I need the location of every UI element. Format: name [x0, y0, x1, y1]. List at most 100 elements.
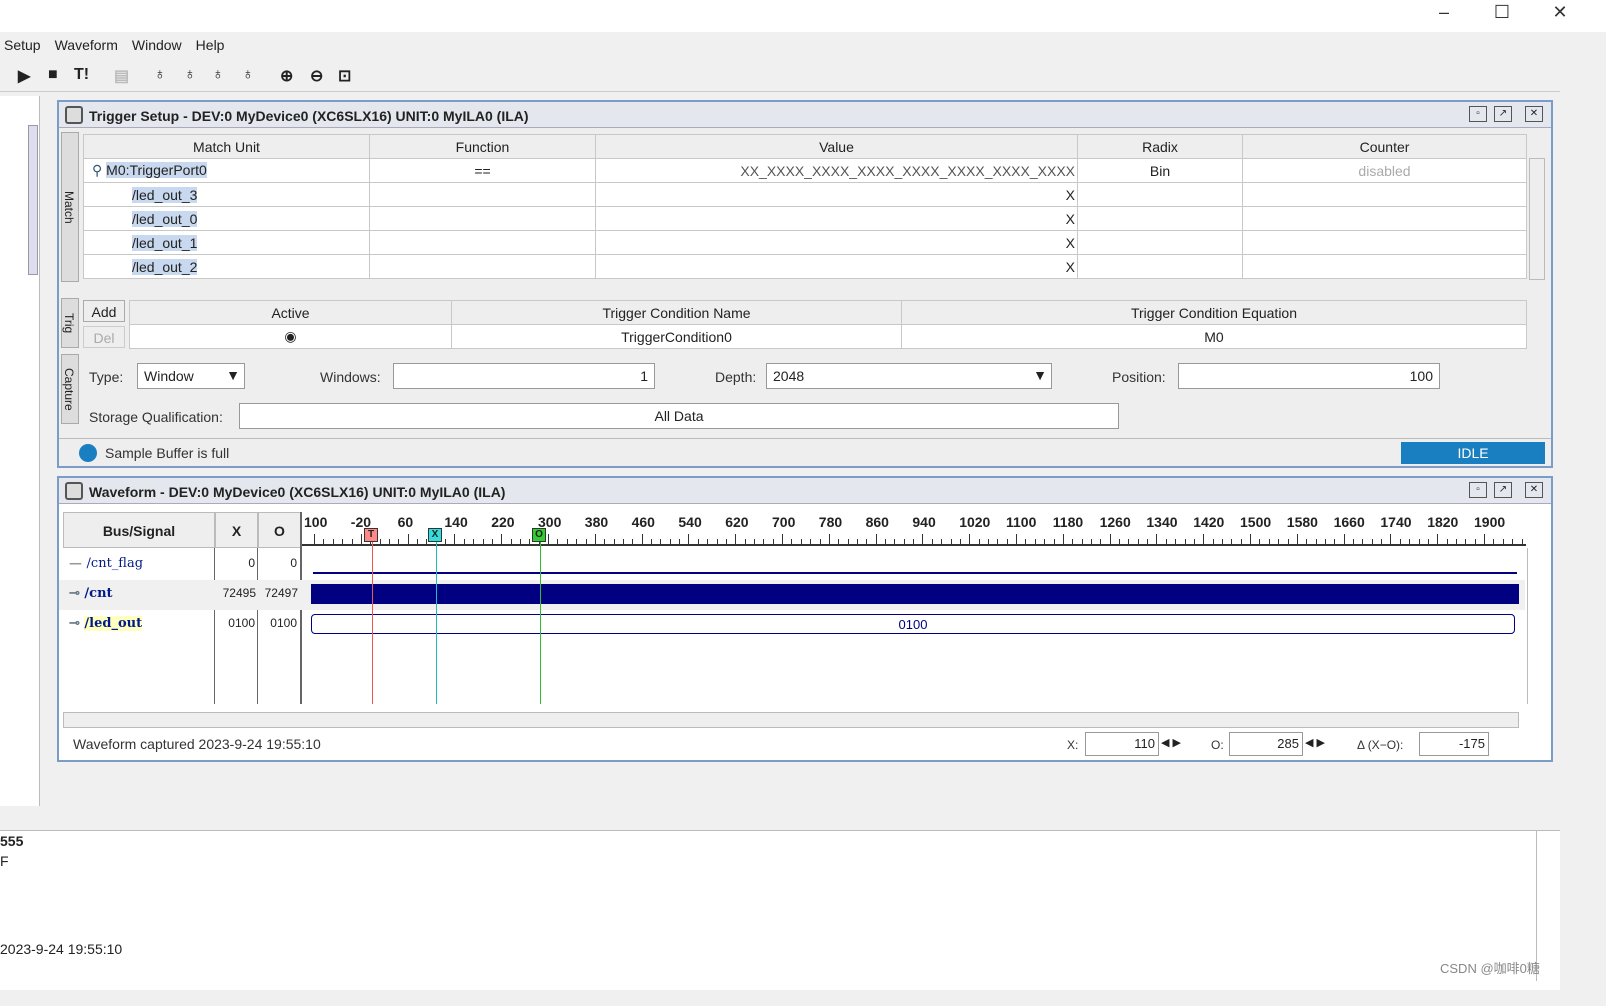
table-row[interactable]: ◉ TriggerCondition0 M0	[129, 324, 1527, 349]
float-panel-icon[interactable]: ↗	[1494, 482, 1512, 498]
value-cell[interactable]: X	[595, 254, 1078, 279]
ruler-tick	[707, 539, 709, 544]
x-prev-next-buttons[interactable]: ◀ ▶	[1161, 736, 1181, 749]
ruler-tick	[379, 539, 381, 544]
table-row[interactable]: /led_out_1 X	[83, 230, 1527, 255]
match-scrollbar[interactable]	[1529, 158, 1545, 280]
ruler-tick	[931, 539, 933, 544]
goto-t-next-icon[interactable]: ♁	[242, 66, 254, 84]
status-text: Sample Buffer is full	[105, 445, 230, 461]
ruler-tick	[913, 539, 915, 544]
ruler-tick	[735, 534, 737, 544]
ruler-tick	[557, 539, 559, 544]
counter-cell[interactable]: disabled	[1242, 158, 1527, 183]
float-panel-icon[interactable]: ↗	[1494, 106, 1512, 122]
ruler-tick	[651, 539, 652, 544]
ruler-tick	[1502, 539, 1504, 544]
storage-qualification-input[interactable]: All Data	[239, 403, 1119, 429]
value-cell[interactable]: X	[595, 230, 1078, 255]
windows-input[interactable]: 1	[393, 363, 655, 389]
tab-capture[interactable]: Capture	[61, 354, 79, 424]
delta-value: -175	[1419, 732, 1489, 756]
ruler-tick	[1268, 539, 1270, 544]
x-cursor-input[interactable]: 110	[1085, 732, 1159, 756]
x-cursor-line[interactable]	[436, 538, 437, 704]
menu-setup[interactable]: Setup	[4, 37, 41, 53]
menu-waveform[interactable]: Waveform	[55, 37, 118, 53]
close-panel-icon[interactable]: ✕	[1525, 106, 1543, 122]
stop-button[interactable]: ■	[48, 66, 58, 84]
menu-help[interactable]: Help	[196, 37, 225, 53]
minimize-button[interactable]: –	[1424, 2, 1464, 26]
col-radix: Radix	[1077, 134, 1243, 159]
goto-x-icon[interactable]: ♁	[154, 66, 166, 84]
ruler-tick	[903, 539, 905, 544]
col-bus-signal: Bus/Signal	[63, 512, 215, 548]
ruler-tick	[585, 539, 587, 544]
waveform-hscrollbar[interactable]	[63, 712, 1519, 728]
ruler-tick	[1212, 539, 1214, 544]
table-row[interactable]: /led_out_2 X	[83, 254, 1527, 279]
active-radio[interactable]: ◉	[129, 324, 452, 349]
signal-cnt-flag[interactable]: — /cnt_flag	[69, 556, 143, 571]
trigger-immediate-button[interactable]: T!	[74, 66, 89, 84]
maximize-button[interactable]: ☐	[1482, 2, 1522, 26]
zoom-fit-icon[interactable]: ⊡	[338, 66, 351, 86]
match-unit-name[interactable]: M0:TriggerPort0	[106, 162, 207, 178]
type-label: Type:	[89, 369, 124, 385]
zoom-out-icon[interactable]: ⊖	[310, 66, 323, 86]
run-button[interactable]: ▶	[18, 66, 30, 86]
zoom-in-icon[interactable]: ⊕	[280, 66, 293, 86]
minimize-panel-icon[interactable]: ▫	[1469, 482, 1487, 498]
match-unit-name: /led_out_3	[132, 186, 198, 203]
add-button[interactable]: Add	[83, 300, 125, 322]
console-panel: 555 F 2023-9-24 19:55:10	[0, 830, 1560, 990]
o-marker[interactable]: O	[532, 528, 546, 542]
value-cell[interactable]: X	[595, 206, 1078, 231]
document-icon[interactable]: ▤	[114, 66, 129, 86]
goto-t-prev-icon[interactable]: ♁	[212, 66, 224, 84]
ruler-tick	[641, 534, 643, 544]
chevron-down-icon: ▼	[1033, 367, 1047, 383]
function-cell[interactable]: ==	[369, 158, 596, 183]
tab-match[interactable]: Match	[61, 132, 79, 282]
table-row[interactable]: /led_out_0 X	[83, 206, 1527, 231]
radix-cell[interactable]: Bin	[1077, 158, 1243, 183]
menu-window[interactable]: Window	[132, 37, 182, 53]
value-cell[interactable]: XX_XXXX_XXXX_XXXX_XXXX_XXXX_XXXX_XXXX	[595, 158, 1078, 183]
captured-status: Waveform captured 2023-9-24 19:55:10	[73, 736, 321, 752]
o-cursor-input[interactable]: 285	[1229, 732, 1303, 756]
ruler-tick	[960, 539, 961, 544]
ruler-tick	[576, 539, 578, 544]
value-cell[interactable]: X	[595, 182, 1078, 207]
x-marker[interactable]: X	[428, 528, 442, 542]
ruler-tick	[445, 539, 447, 544]
del-button[interactable]: Del	[83, 326, 125, 348]
position-input[interactable]: 100	[1178, 363, 1440, 389]
close-button[interactable]: ✕	[1540, 2, 1580, 26]
left-scrollbar[interactable]	[28, 125, 38, 275]
tab-trig[interactable]: Trig	[61, 298, 79, 348]
ruler-tick	[1184, 539, 1186, 544]
condition-name-cell[interactable]: TriggerCondition0	[451, 324, 902, 349]
table-row[interactable]: ⚲ M0:TriggerPort0 == XX_XXXX_XXXX_XXXX_X…	[83, 158, 1527, 183]
ruler-tick	[1371, 539, 1373, 544]
o-cursor-line[interactable]	[540, 538, 541, 704]
depth-select[interactable]: 2048 ▼	[766, 363, 1052, 389]
waveform-vscrollbar[interactable]	[1527, 548, 1545, 704]
ruler-tick	[1062, 534, 1064, 544]
condition-equation-cell[interactable]: M0	[901, 324, 1527, 349]
goto-o-icon[interactable]: ♁	[184, 66, 196, 84]
close-panel-icon[interactable]: ✕	[1525, 482, 1543, 498]
ruler-tick	[1512, 539, 1514, 544]
ruler-tick	[351, 539, 353, 544]
signal-cnt[interactable]: ⊸ /cnt	[69, 586, 113, 601]
windows-label: Windows:	[320, 369, 381, 385]
table-row[interactable]: /led_out_3 X	[83, 182, 1527, 207]
ruler-tick	[763, 539, 765, 544]
type-select[interactable]: Window ▼	[137, 363, 245, 389]
signal-led-out[interactable]: ⊸ /led_out	[69, 616, 143, 631]
o-prev-next-buttons[interactable]: ◀ ▶	[1305, 736, 1325, 749]
minimize-panel-icon[interactable]: ▫	[1469, 106, 1487, 122]
ruler-tick-label: 140	[444, 514, 468, 530]
